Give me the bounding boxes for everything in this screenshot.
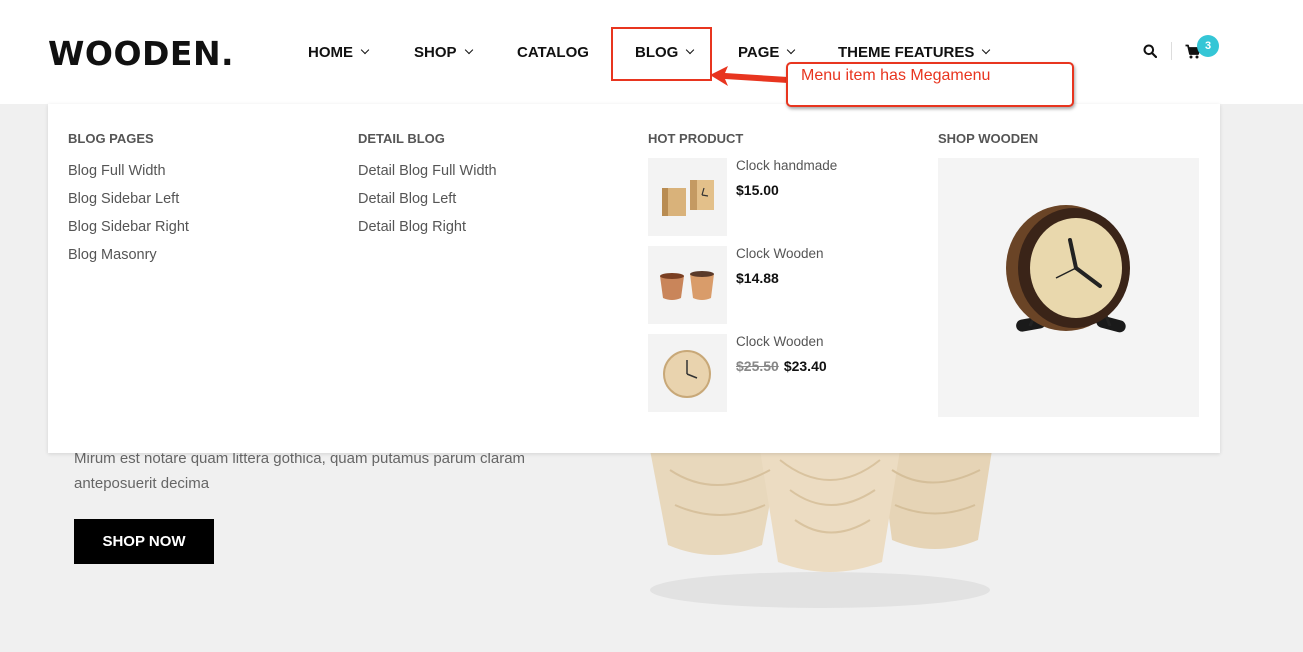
nav-label: PAGE [738, 43, 780, 61]
nav-label: SHOP [414, 43, 457, 61]
hero-wooden-cups-image [650, 450, 992, 608]
link-blog-sidebar-left[interactable]: Blog Sidebar Left [68, 191, 179, 207]
chevron-down-icon [982, 45, 991, 55]
product-price: $14.88 [736, 270, 779, 286]
chevron-down-icon [787, 45, 796, 55]
shop-wooden-clock-image[interactable] [938, 158, 1199, 417]
blog-megamenu: BLOG PAGES Blog Full Width Blog Sidebar … [48, 104, 1220, 453]
nav-catalog[interactable]: CATALOG [517, 42, 589, 62]
nav-home[interactable]: HOME [308, 42, 370, 62]
product-name[interactable]: Clock Wooden [736, 334, 824, 349]
blog-pages-title: BLOG PAGES [68, 131, 154, 146]
old-price: $25.50 [736, 358, 779, 374]
hero-description-line: anteposuerit decima [74, 475, 210, 492]
nav-label: CATALOG [517, 43, 589, 61]
site-header: WOODEN. HOME SHOP CATALOG BLOG PAGE THEM… [0, 0, 1303, 104]
annotation-arrow [710, 66, 788, 86]
product-name[interactable]: Clock handmade [736, 158, 837, 173]
product-price: $15.00 [736, 182, 779, 198]
link-detail-blog-full-width[interactable]: Detail Blog Full Width [358, 163, 497, 179]
product-name[interactable]: Clock Wooden [736, 246, 824, 261]
nav-theme-features[interactable]: THEME FEATURES [838, 42, 991, 62]
annotation-text: Menu item has Megamenu [801, 67, 991, 84]
hero-description: Mirum est notare quam littera gothica, q… [74, 446, 554, 496]
current-price: $23.40 [783, 358, 827, 374]
search-icon[interactable] [1143, 44, 1157, 58]
logo[interactable]: WOODEN. [48, 34, 234, 73]
current-price: $14.88 [736, 270, 779, 286]
detail-blog-title: DETAIL BLOG [358, 131, 445, 146]
blog-highlight-box [611, 27, 712, 81]
product-thumbnail[interactable] [648, 334, 727, 412]
shop-now-button[interactable]: SHOP NOW [74, 519, 214, 564]
header-divider [1171, 42, 1172, 60]
nav-page[interactable]: PAGE [738, 42, 796, 62]
annotation-callout: Menu item has Megamenu [786, 62, 1074, 107]
link-blog-masonry[interactable]: Blog Masonry [68, 247, 157, 263]
cart-count-badge: 3 [1197, 35, 1219, 57]
nav-shop[interactable]: SHOP [414, 42, 473, 62]
link-detail-blog-right[interactable]: Detail Blog Right [358, 219, 466, 235]
product-thumbnail[interactable] [648, 158, 727, 236]
product-thumbnail[interactable] [648, 246, 727, 324]
product-price: $25.50 $23.40 [736, 358, 827, 374]
shop-wooden-title: SHOP WOODEN [938, 131, 1039, 146]
chevron-down-icon [464, 45, 473, 55]
link-blog-full-width[interactable]: Blog Full Width [68, 163, 166, 179]
current-price: $15.00 [736, 182, 779, 198]
nav-label: THEME FEATURES [838, 43, 975, 61]
nav-label: HOME [308, 43, 353, 61]
hot-product-title: HOT PRODUCT [648, 131, 744, 146]
link-blog-sidebar-right[interactable]: Blog Sidebar Right [68, 219, 189, 235]
link-detail-blog-left[interactable]: Detail Blog Left [358, 191, 456, 207]
chevron-down-icon [360, 45, 370, 55]
